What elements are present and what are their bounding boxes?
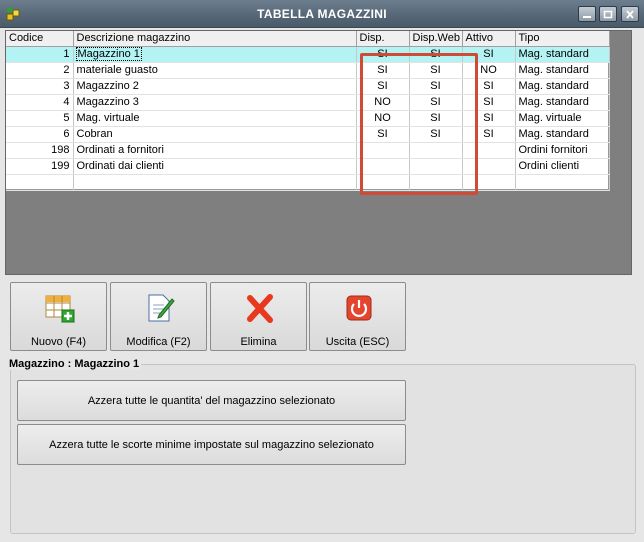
cell-dispweb: [409, 158, 463, 175]
cell-descrizione: Ordinati dai clienti: [73, 158, 357, 175]
cell-codice: 199: [6, 158, 74, 175]
edit-button-label: Modifica (F2): [126, 336, 191, 348]
col-header-disp[interactable]: Disp.: [356, 31, 410, 47]
delete-button-label: Elimina: [240, 336, 277, 348]
reset-min-stock-label: Azzera tutte le scorte minime impostate …: [49, 438, 374, 451]
table-row[interactable]: 6 Cobran SI SI SI Mag. standard: [6, 126, 610, 143]
new-grid-icon: [45, 295, 75, 323]
cell-tipo: Mag. standard: [515, 62, 610, 79]
cell-codice: 5: [6, 110, 74, 127]
cell-codice: 1: [6, 46, 74, 63]
cell-attivo: SI: [462, 78, 516, 95]
cell-codice: 3: [6, 78, 74, 95]
cell-tipo: Mag. standard: [515, 78, 610, 95]
cell-descrizione: Ordinati a fornitori: [73, 142, 357, 159]
table-row[interactable]: 4 Magazzino 3 NO SI SI Mag. standard: [6, 94, 610, 111]
table-row[interactable]: 199 Ordinati dai clienti Ordini clienti: [6, 158, 610, 175]
maximize-icon: [603, 10, 613, 19]
cell-dispweb: SI: [409, 126, 463, 143]
exit-button[interactable]: Uscita (ESC): [309, 282, 406, 351]
edit-document-icon: [148, 294, 175, 322]
cell-dispweb: SI: [409, 46, 463, 63]
cell-disp: NO: [356, 110, 410, 127]
cell-attivo: SI: [462, 110, 516, 127]
exit-button-label: Uscita (ESC): [325, 336, 390, 348]
cell-attivo: NO: [462, 62, 516, 79]
delete-button[interactable]: Elimina: [210, 282, 307, 351]
cell-codice: 198: [6, 142, 74, 159]
cell-disp: SI: [356, 62, 410, 79]
warehouse-grid[interactable]: Codice Descrizione magazzino Disp. Disp.…: [6, 31, 610, 191]
delete-x-icon: [247, 294, 273, 323]
panel-title: Magazzino : Magazzino 1: [7, 358, 142, 370]
minimize-button[interactable]: [578, 6, 596, 22]
cell-dispweb: SI: [409, 110, 463, 127]
cell-codice: 6: [6, 126, 74, 143]
minimize-icon: [583, 16, 591, 18]
new-button[interactable]: Nuovo (F4): [10, 282, 107, 351]
col-header-dispweb[interactable]: Disp.Web: [409, 31, 463, 47]
reset-quantities-label: Azzera tutte le quantita' del magazzino …: [87, 394, 336, 407]
close-icon: [626, 10, 634, 19]
new-button-label: Nuovo (F4): [30, 336, 87, 348]
col-header-codice[interactable]: Codice: [6, 31, 74, 47]
table-row[interactable]: 198 Ordinati a fornitori Ordini fornitor…: [6, 142, 610, 159]
cell-attivo: SI: [462, 46, 516, 63]
cell-empty: [462, 174, 516, 191]
table-row[interactable]: 2 materiale guasto SI SI NO Mag. standar…: [6, 62, 610, 79]
cell-tipo: Mag. standard: [515, 94, 610, 111]
cell-disp: [356, 142, 410, 159]
cell-tipo: Mag. virtuale: [515, 110, 610, 127]
grid-area: Codice Descrizione magazzino Disp. Disp.…: [5, 30, 632, 275]
table-row[interactable]: 1 Magazzino 1 SI SI SI Mag. standard: [6, 46, 610, 63]
cell-attivo: SI: [462, 94, 516, 111]
cell-disp: NO: [356, 94, 410, 111]
title-bar: TABELLA MAGAZZINI: [0, 0, 644, 28]
cell-tipo: Mag. standard: [515, 126, 610, 143]
cell-descrizione: Magazzino 1: [73, 46, 357, 63]
cell-attivo: SI: [462, 126, 516, 143]
table-row-empty[interactable]: [6, 174, 610, 191]
cell-descrizione: Cobran: [73, 126, 357, 143]
cell-empty: [356, 174, 410, 191]
power-icon: [346, 295, 372, 321]
cell-empty: [73, 174, 357, 191]
cell-dispweb: SI: [409, 94, 463, 111]
cell-empty: [6, 174, 74, 191]
cell-tipo: Mag. standard: [515, 46, 610, 63]
cell-attivo: [462, 142, 516, 159]
cell-descrizione: Magazzino 3: [73, 94, 357, 111]
cell-descrizione: materiale guasto: [73, 62, 357, 79]
table-row[interactable]: 5 Mag. virtuale NO SI SI Mag. virtuale: [6, 110, 610, 127]
reset-min-stock-button[interactable]: Azzera tutte le scorte minime impostate …: [17, 424, 406, 465]
maximize-button[interactable]: [599, 6, 617, 22]
cell-attivo: [462, 158, 516, 175]
cell-descrizione: Mag. virtuale: [73, 110, 357, 127]
cell-disp: SI: [356, 46, 410, 63]
cell-tipo: Ordini clienti: [515, 158, 610, 175]
reset-quantities-button[interactable]: Azzera tutte le quantita' del magazzino …: [17, 380, 406, 421]
cell-descrizione: Magazzino 2: [73, 78, 357, 95]
cell-dispweb: SI: [409, 62, 463, 79]
edit-button[interactable]: Modifica (F2): [110, 282, 207, 351]
cell-disp: [356, 158, 410, 175]
cell-disp: SI: [356, 78, 410, 95]
col-header-attivo[interactable]: Attivo: [462, 31, 516, 47]
cell-dispweb: SI: [409, 78, 463, 95]
cell-empty: [409, 174, 463, 191]
table-row[interactable]: 3 Magazzino 2 SI SI SI Mag. standard: [6, 78, 610, 95]
cell-codice: 2: [6, 62, 74, 79]
cell-tipo: Ordini fornitori: [515, 142, 610, 159]
window-title: TABELLA MAGAZZINI: [257, 7, 387, 21]
cell-descrizione-text: Magazzino 1: [75, 47, 142, 61]
col-header-tipo[interactable]: Tipo: [515, 31, 610, 47]
col-header-descrizione[interactable]: Descrizione magazzino: [73, 31, 357, 47]
cell-empty: [515, 174, 610, 191]
cell-codice: 4: [6, 94, 74, 111]
close-button[interactable]: [621, 6, 639, 22]
grid-header: Codice Descrizione magazzino Disp. Disp.…: [6, 31, 610, 47]
cell-disp: SI: [356, 126, 410, 143]
cell-dispweb: [409, 142, 463, 159]
